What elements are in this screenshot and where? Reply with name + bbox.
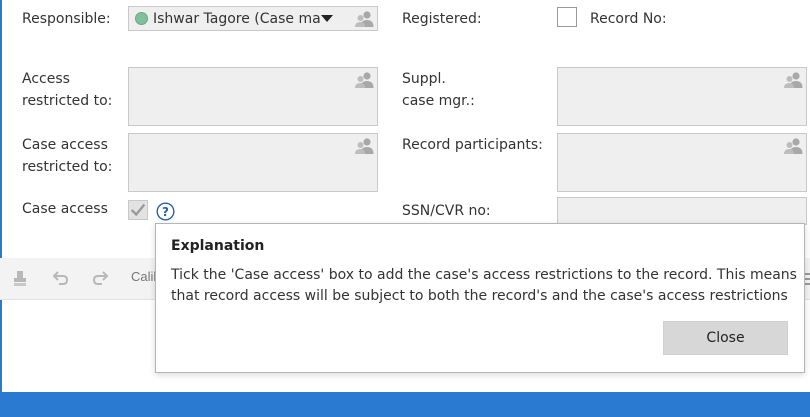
suppl-case-mgr-label-line1: Suppl. [402, 71, 446, 87]
responsible-value: Ishwar Tagore (Case manager) [153, 11, 321, 27]
registered-label: Registered: [402, 11, 482, 27]
people-picker-icon[interactable] [354, 137, 374, 155]
ssn-cvr-field[interactable] [557, 197, 807, 225]
record-participants-field[interactable] [557, 133, 807, 192]
people-picker-icon[interactable] [354, 71, 374, 89]
case-access-restricted-label: Case access restricted to: [22, 134, 112, 178]
case-access-restricted-label-line2: restricted to: [22, 159, 113, 175]
registered-checkbox[interactable] [557, 7, 577, 27]
format-painter-icon[interactable] [11, 269, 31, 289]
dialog-text: Tick the 'Case access' box to add the ca… [171, 267, 797, 304]
bottom-status-bar [0, 392, 810, 417]
case-access-restricted-field[interactable] [128, 133, 378, 192]
help-question-icon[interactable]: ? [156, 202, 175, 221]
access-restricted-label-line1: Access [22, 71, 70, 87]
explanation-dialog: Explanation Tick the 'Case access' box t… [155, 223, 805, 373]
redo-icon[interactable] [90, 269, 110, 289]
suppl-case-mgr-label-line2: case mgr.: [402, 93, 475, 109]
responsible-select[interactable]: Ishwar Tagore (Case manager) [128, 6, 378, 31]
people-picker-icon[interactable] [783, 137, 803, 155]
chevron-down-icon[interactable] [321, 15, 333, 22]
close-button[interactable]: Close [663, 321, 788, 355]
people-picker-icon[interactable] [783, 71, 803, 89]
people-picker-icon[interactable] [354, 10, 374, 28]
responsible-label: Responsible: [22, 11, 111, 27]
ssn-cvr-label: SSN/CVR no: [402, 203, 491, 219]
case-access-restricted-label-line1: Case access [22, 137, 108, 153]
record-participants-label: Record participants: [402, 137, 543, 153]
record-no-label: Record No: [590, 11, 667, 27]
access-restricted-label: Access restricted to: [22, 68, 112, 112]
access-restricted-label-line2: restricted to: [22, 93, 113, 109]
case-access-checkbox[interactable] [128, 200, 148, 220]
suppl-case-mgr-label: Suppl. case mgr.: [402, 68, 475, 112]
undo-icon[interactable] [51, 269, 71, 289]
font-name-select[interactable]: Calil [131, 269, 156, 284]
case-access-label: Case access [22, 201, 108, 217]
status-dot-icon [135, 12, 148, 25]
suppl-case-mgr-field[interactable] [557, 67, 807, 126]
dialog-title: Explanation [171, 238, 265, 254]
access-restricted-field[interactable] [128, 67, 378, 126]
left-edge-strip [0, 0, 2, 392]
checkmark-icon [130, 203, 146, 217]
svg-text:?: ? [162, 205, 169, 219]
